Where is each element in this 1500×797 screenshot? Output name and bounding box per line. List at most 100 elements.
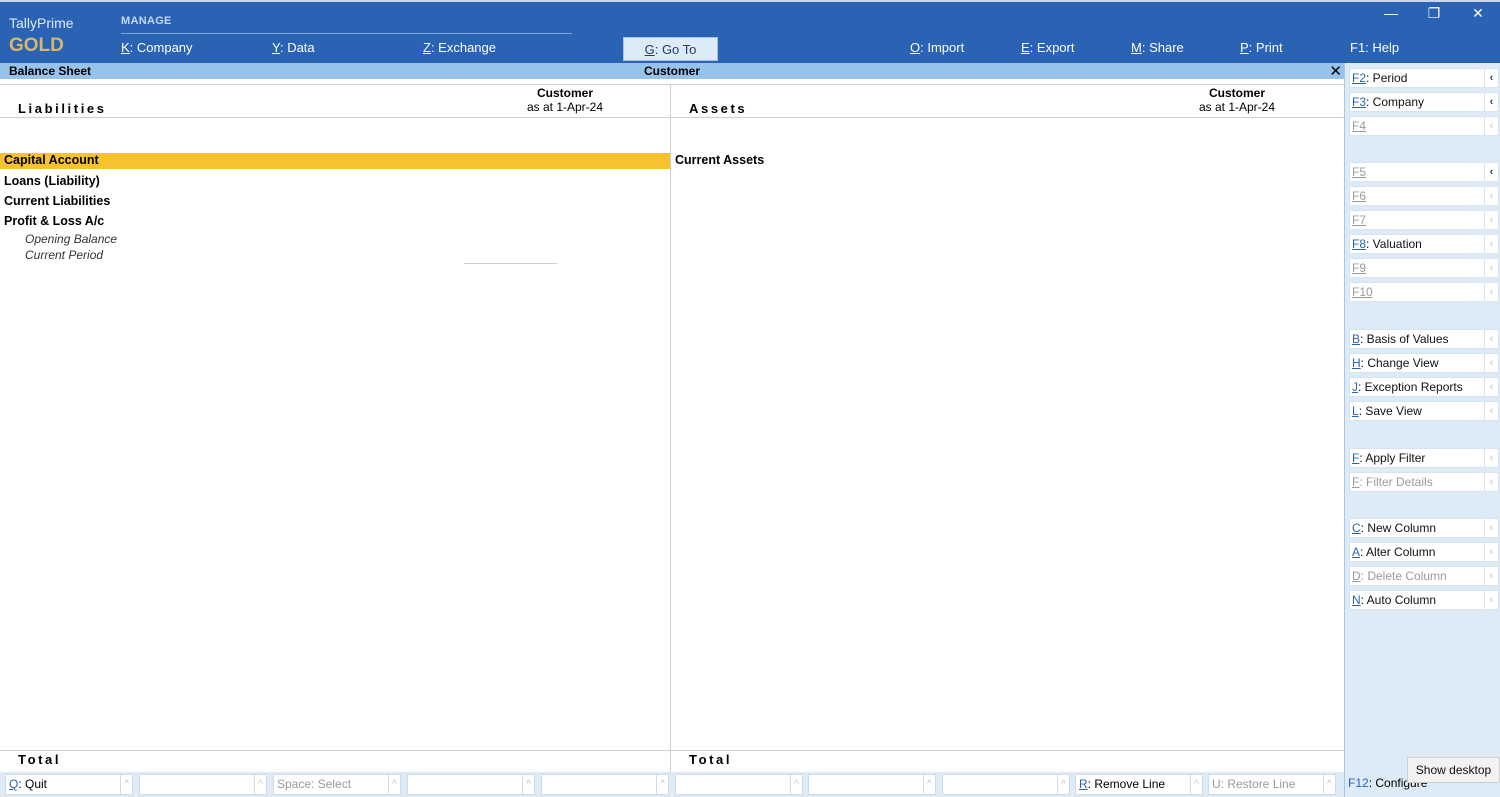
chevron-left-icon: ‹ xyxy=(1484,354,1498,372)
chevron-left-icon: ‹ xyxy=(1484,378,1498,396)
bottom-empty-button-6[interactable]: ^ xyxy=(942,774,1070,795)
menu-export[interactable]: E: Export xyxy=(1021,40,1074,55)
product-name: TallyPrime xyxy=(9,15,74,31)
balance-sheet-body: Liabilities Customer as at 1-Apr-24 Asse… xyxy=(0,79,1344,772)
remove-line-button[interactable]: R: Remove Line ^ xyxy=(1075,774,1203,795)
sidebar-f10-button[interactable]: F10 ‹ xyxy=(1349,282,1499,302)
chevron-left-icon: ‹ xyxy=(1484,259,1498,277)
chevron-up-icon: ^ xyxy=(656,775,668,794)
liabilities-total-label: Total xyxy=(18,752,62,767)
edition-label: GOLD xyxy=(9,35,64,56)
center-divider xyxy=(670,84,671,772)
sidebar-f9-button[interactable]: F9 ‹ xyxy=(1349,258,1499,278)
manage-divider xyxy=(121,33,572,34)
bottom-empty-button-5[interactable]: ^ xyxy=(808,774,936,795)
header-bottom-rule xyxy=(0,117,1344,118)
close-window-icon[interactable]: ✕ xyxy=(1468,5,1488,22)
sidebar-company-button[interactable]: F3: Company ‹ xyxy=(1349,92,1499,112)
show-desktop-tooltip: Show desktop xyxy=(1407,757,1500,783)
chevron-left-icon: ‹ xyxy=(1484,235,1498,253)
company-name: Customer xyxy=(643,64,700,78)
right-button-bar: F2: Period ‹ F3: Company ‹ F4 ‹ F5 ‹ F6 ‹ F7 ‹… xyxy=(1344,63,1500,797)
sidebar-f5-button[interactable]: F5 ‹ xyxy=(1349,162,1499,182)
chevron-left-icon: ‹ xyxy=(1484,283,1498,301)
chevron-left-icon: ‹ xyxy=(1484,591,1498,609)
sidebar-f6-button[interactable]: F6 ‹ xyxy=(1349,186,1499,206)
liability-row-current-liabilities[interactable]: Current Liabilities xyxy=(4,194,110,208)
chevron-left-icon: ‹ xyxy=(1484,473,1498,491)
menu-share[interactable]: M: Share xyxy=(1131,40,1184,55)
assets-column-caption: Customer as at 1-Apr-24 xyxy=(1198,86,1276,114)
chevron-left-icon: ‹ xyxy=(1484,93,1498,111)
chevron-left-icon: ‹ xyxy=(1484,330,1498,348)
chevron-left-icon: ‹ xyxy=(1484,449,1498,467)
pl-current-period[interactable]: Current Period xyxy=(25,248,103,262)
chevron-left-icon: ‹ xyxy=(1484,211,1498,229)
assets-header: Assets xyxy=(689,101,748,116)
chevron-up-icon: ^ xyxy=(1190,775,1202,794)
chevron-up-icon: ^ xyxy=(923,775,935,794)
sidebar-new-column-button[interactable]: C: New Column ‹ xyxy=(1349,518,1499,538)
sidebar-apply-filter-button[interactable]: F: Apply Filter ‹ xyxy=(1349,448,1499,468)
liability-row-capital-account[interactable]: Capital Account xyxy=(0,153,670,169)
chevron-left-icon: ‹ xyxy=(1484,519,1498,537)
liability-row-profit-loss[interactable]: Profit & Loss A/c xyxy=(4,214,104,228)
chevron-up-icon: ^ xyxy=(790,775,802,794)
bottom-empty-button-1[interactable]: ^ xyxy=(139,774,267,795)
sidebar-change-view-button[interactable]: H: Change View ‹ xyxy=(1349,353,1499,373)
chevron-up-icon: ^ xyxy=(120,775,132,794)
sidebar-period-button[interactable]: F2: Period ‹ xyxy=(1349,68,1499,88)
sidebar-exception-reports-button[interactable]: J: Exception Reports ‹ xyxy=(1349,377,1499,397)
sidebar-save-view-button[interactable]: L: Save View ‹ xyxy=(1349,401,1499,421)
sidebar-valuation-button[interactable]: F8: Valuation ‹ xyxy=(1349,234,1499,254)
bottom-button-bar: Q: Quit ^ ^ Space: Select ^ ^ ^ ^ ^ ^ R: R… xyxy=(0,772,1344,797)
bottom-empty-button-2[interactable]: ^ xyxy=(407,774,535,795)
liability-row-loans[interactable]: Loans (Liability) xyxy=(4,174,100,188)
chevron-up-icon: ^ xyxy=(1057,775,1069,794)
report-title-bar: Balance Sheet Customer ✕ xyxy=(0,62,1344,80)
sidebar-auto-column-button[interactable]: N: Auto Column ‹ xyxy=(1349,590,1499,610)
restore-icon[interactable]: ❐ xyxy=(1424,5,1444,22)
sidebar-f7-button[interactable]: F7 ‹ xyxy=(1349,210,1499,230)
bottom-empty-button-4[interactable]: ^ xyxy=(675,774,803,795)
chevron-up-icon: ^ xyxy=(254,775,266,794)
chevron-left-icon: ‹ xyxy=(1484,567,1498,585)
menu-print[interactable]: P: Print xyxy=(1240,40,1283,55)
liabilities-header: Liabilities xyxy=(18,101,107,116)
assets-total-label: Total xyxy=(689,752,733,767)
minimize-icon[interactable]: — xyxy=(1381,5,1401,21)
quit-button[interactable]: Q: Quit ^ xyxy=(5,774,133,795)
sidebar-delete-column-button[interactable]: D: Delete Column ‹ xyxy=(1349,566,1499,586)
menu-company[interactable]: K: Company xyxy=(121,40,193,55)
total-rule xyxy=(0,750,1344,751)
pl-opening-balance[interactable]: Opening Balance xyxy=(25,232,117,246)
menu-goto-button[interactable]: G: Go To xyxy=(623,37,718,61)
chevron-left-icon: ‹ xyxy=(1484,402,1498,420)
close-report-icon[interactable]: ✕ xyxy=(1329,62,1342,80)
chevron-up-icon: ^ xyxy=(388,775,400,794)
subtotal-rule xyxy=(464,263,557,264)
chevron-left-icon: ‹ xyxy=(1484,163,1498,181)
chevron-left-icon: ‹ xyxy=(1484,543,1498,561)
chevron-left-icon: ‹ xyxy=(1484,69,1498,87)
menu-data[interactable]: Y: Data xyxy=(272,40,315,55)
menu-import[interactable]: O: Import xyxy=(910,40,964,55)
sidebar-f4-button[interactable]: F4 ‹ xyxy=(1349,116,1499,136)
select-button[interactable]: Space: Select ^ xyxy=(273,774,401,795)
sidebar-filter-details-button[interactable]: F: Filter Details ‹ xyxy=(1349,472,1499,492)
header-top-rule xyxy=(0,84,1344,85)
chevron-up-icon: ^ xyxy=(1323,775,1335,794)
menu-exchange[interactable]: Z: Exchange xyxy=(423,40,496,55)
liabilities-column-caption: Customer as at 1-Apr-24 xyxy=(526,86,604,114)
chevron-up-icon: ^ xyxy=(522,775,534,794)
bottom-empty-button-3[interactable]: ^ xyxy=(541,774,669,795)
sidebar-basis-of-values-button[interactable]: B: Basis of Values ‹ xyxy=(1349,329,1499,349)
sidebar-alter-column-button[interactable]: A: Alter Column ‹ xyxy=(1349,542,1499,562)
chevron-left-icon: ‹ xyxy=(1484,187,1498,205)
chevron-left-icon: ‹ xyxy=(1484,117,1498,135)
menu-help[interactable]: F1: Help xyxy=(1350,40,1399,55)
asset-row-current-assets[interactable]: Current Assets xyxy=(675,153,764,167)
top-menu-bar: TallyPrime GOLD MANAGE K: Company Y: Dat… xyxy=(0,0,1500,63)
restore-line-button[interactable]: U: Restore Line ^ xyxy=(1208,774,1336,795)
manage-section-label: MANAGE xyxy=(121,15,172,27)
